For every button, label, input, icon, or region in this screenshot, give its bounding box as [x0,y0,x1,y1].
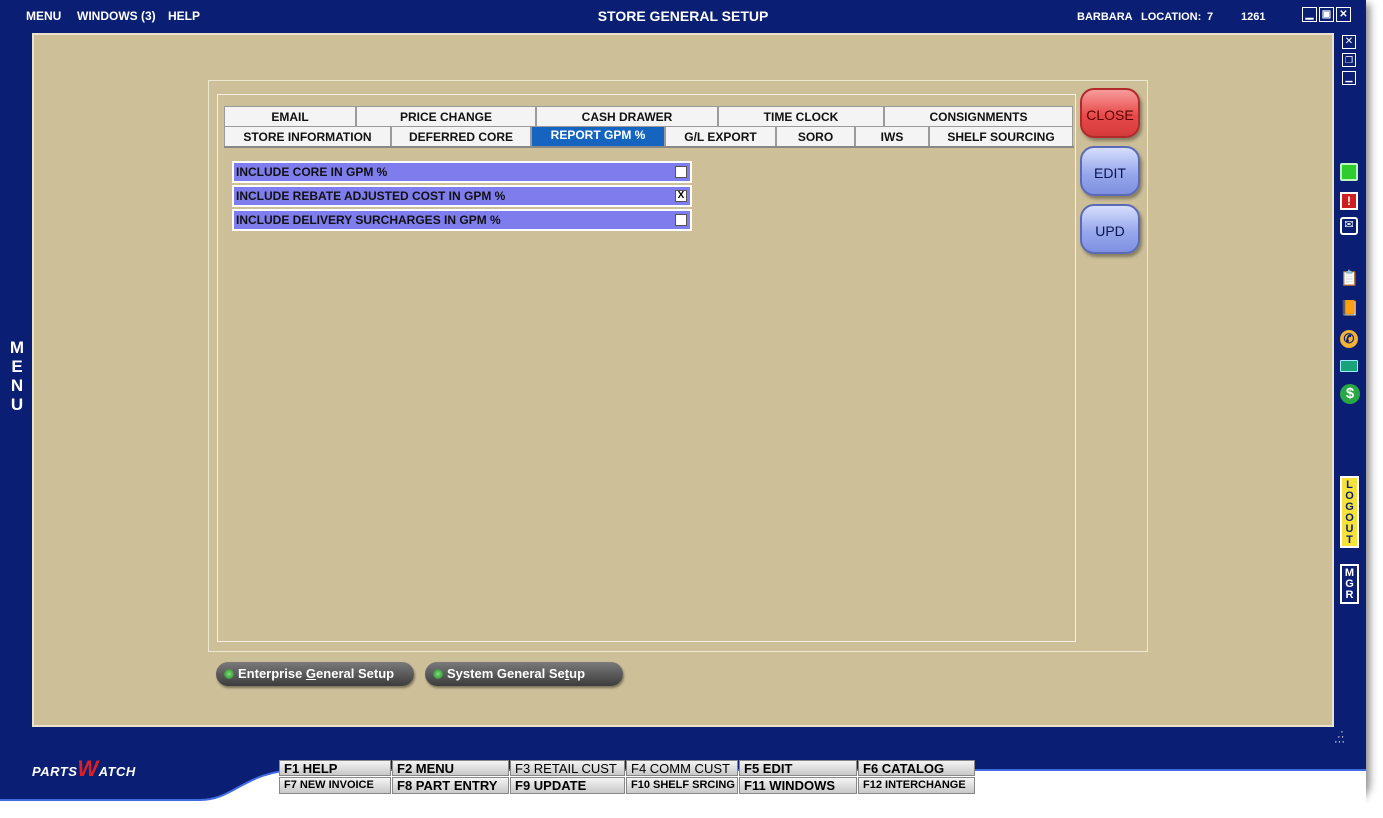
side-menu-letter: N [10,376,24,395]
include-rebate-checkbox[interactable]: X [675,190,687,202]
green-dot-icon [433,669,443,679]
link-text: eneral Setup [316,666,395,681]
f10-shelf-srcing-key[interactable]: F10 SHELF SRCING [626,777,738,794]
tab-row-1: EMAIL PRICE CHANGE CASH DRAWER TIME CLOC… [224,106,1073,126]
book-icon[interactable]: 📙 [1340,300,1359,318]
phone-icon[interactable]: ✆ [1340,330,1358,348]
option-label: INCLUDE CORE IN GPM % [236,165,388,179]
link-text: up [569,666,586,681]
logo-text: ATCH [98,764,136,779]
monitor-icon[interactable] [1340,163,1358,181]
location-value: 7 [1207,11,1214,23]
side-menu-letter: M [9,338,25,357]
tab-report-gpm[interactable]: REPORT GPM % [531,126,665,146]
f4-comm-cust-key[interactable]: F4 COMM CUST [626,760,738,776]
link-text-accel: G [305,666,317,681]
clipboard-icon[interactable]: 📋 [1340,270,1359,288]
f5-edit-key[interactable]: F5 EDIT [739,760,857,776]
calculator-icon[interactable] [1340,360,1358,372]
mgr-letter: R [1345,589,1354,601]
side-menu-tab[interactable]: M E N U [8,338,26,414]
title-bar: MENU WINDOWS (3) HELP STORE GENERAL SETU… [0,0,1366,32]
tab-iws[interactable]: IWS [855,126,929,146]
include-delivery-checkbox[interactable] [675,214,687,226]
f9-update-key[interactable]: F9 UPDATE [510,777,625,794]
option-label: INCLUDE REBATE ADJUSTED COST IN GPM % [236,189,506,203]
tab-consignments[interactable]: CONSIGNMENTS [884,106,1073,126]
app-window: MENU WINDOWS (3) HELP STORE GENERAL SETU… [0,0,1366,800]
option-row-include-rebate: INCLUDE REBATE ADJUSTED COST IN GPM % X [232,185,692,207]
tab-gl-export[interactable]: G/L EXPORT [665,126,776,146]
tab-price-change[interactable]: PRICE CHANGE [356,106,536,126]
f11-windows-key[interactable]: F11 WINDOWS [739,777,857,794]
link-text: Enterprise [238,666,306,681]
mail-icon[interactable]: ✉ [1340,217,1358,235]
side-menu-letter: U [10,395,24,414]
option-row-include-core: INCLUDE CORE IN GPM % [232,161,692,183]
restore-child-icon[interactable]: ❐ [1342,53,1356,67]
link-text: System General Se [447,666,565,681]
alert-icon[interactable]: ! [1340,192,1358,210]
f8-part-entry-key[interactable]: F8 PART ENTRY [392,777,509,794]
option-label: INCLUDE DELIVERY SURCHARGES IN GPM % [236,213,501,227]
logo-text: PARTS [32,764,78,779]
green-dot-icon [224,669,234,679]
edit-button[interactable]: EDIT [1080,146,1140,196]
user-name: BARBARA [1077,11,1133,23]
f6-catalog-key[interactable]: F6 CATALOG [858,760,975,776]
logout-button[interactable]: L O G O U T [1340,476,1359,548]
close-button[interactable]: CLOSE [1080,88,1140,138]
window-controls: ▁ ▣ ✕ [1302,7,1351,22]
money-icon[interactable]: $ [1340,384,1360,404]
include-core-checkbox[interactable] [675,166,687,178]
tab-row-2: STORE INFORMATION DEFERRED CORE REPORT G… [224,126,1073,146]
f2-menu-key[interactable]: F2 MENU [392,760,509,776]
maximize-icon[interactable]: ▣ [1319,7,1334,22]
tab-email[interactable]: EMAIL [224,106,356,126]
minimize-child-icon[interactable]: ▁ [1342,71,1356,85]
tab-time-clock[interactable]: TIME CLOCK [718,106,884,126]
tab-divider [224,146,1074,148]
tab-store-information[interactable]: STORE INFORMATION [224,126,391,146]
f12-interchange-key[interactable]: F12 INTERCHANGE [858,777,975,794]
minimize-icon[interactable]: ▁ [1302,7,1317,22]
mgr-button[interactable]: M G R [1340,564,1359,604]
option-row-include-delivery: INCLUDE DELIVERY SURCHARGES IN GPM % [232,209,692,231]
tab-soro[interactable]: SORO [776,126,855,146]
close-child-icon[interactable]: ✕ [1342,35,1356,49]
enterprise-general-setup-button[interactable]: Enterprise General Setup [216,662,414,686]
system-general-setup-button[interactable]: System General Setup [425,662,623,686]
tab-shelf-sourcing[interactable]: SHELF SOURCING [929,126,1073,146]
close-window-icon[interactable]: ✕ [1336,7,1351,22]
f3-retail-cust-key[interactable]: F3 RETAIL CUST [510,760,625,776]
side-menu-letter: E [11,357,23,376]
update-button[interactable]: UPD [1080,204,1140,254]
location-label: LOCATION: [1141,11,1202,23]
f7-new-invoice-key[interactable]: F7 NEW INVOICE [279,777,391,794]
tab-cash-drawer[interactable]: CASH DRAWER [536,106,718,126]
f1-help-key[interactable]: F1 HELP [279,760,391,776]
function-key-bar: F1 HELP F2 MENU F3 RETAIL CUST F4 COMM C… [279,760,975,794]
logout-letter: T [1346,534,1353,546]
partswatch-logo: PARTSWATCH [32,756,136,782]
terminal-number: 1261 [1241,11,1266,23]
tab-deferred-core[interactable]: DEFERRED CORE [391,126,531,146]
logo-w: W [77,756,99,781]
